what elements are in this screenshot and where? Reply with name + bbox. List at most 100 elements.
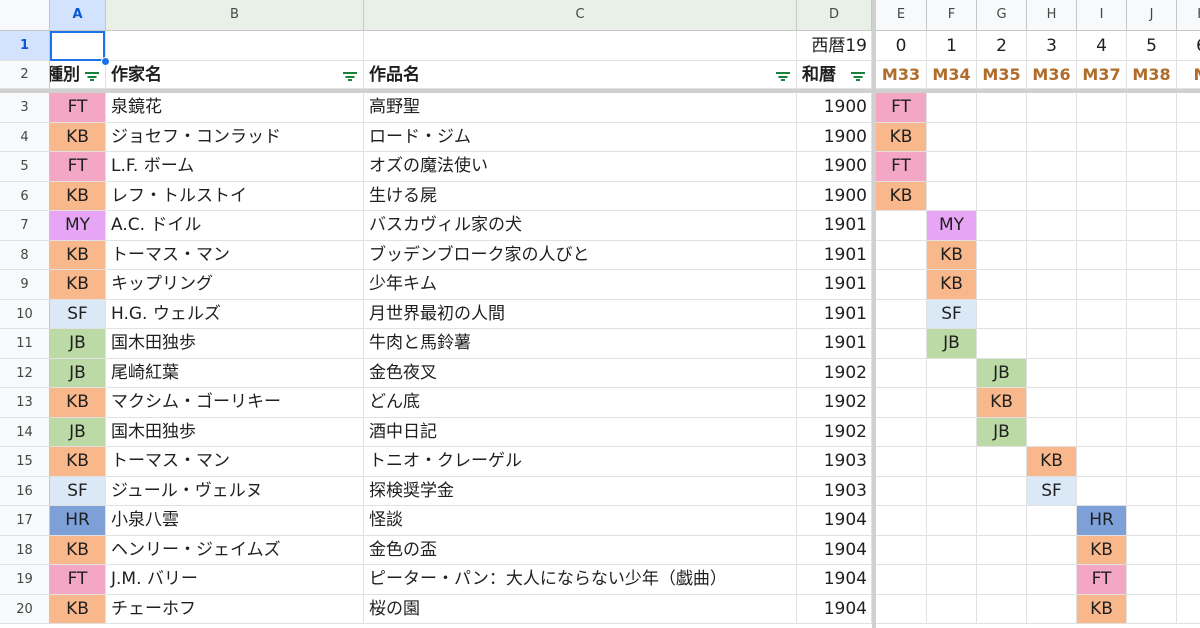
row-header-6[interactable]: 6 [0, 181, 50, 211]
timeline-empty-cell[interactable] [1027, 535, 1077, 565]
timeline-empty-cell[interactable] [1177, 182, 1200, 211]
cell-r1-D[interactable]: 西暦19 [797, 31, 872, 61]
row-header-16[interactable]: 16 [0, 476, 50, 506]
era-header-cell[interactable]: M34 [927, 61, 977, 89]
timeline-empty-cell[interactable] [1177, 447, 1200, 477]
type-cell[interactable]: JB [50, 417, 106, 447]
row-header-2[interactable]: 2 [0, 61, 50, 89]
year-cell[interactable]: 1904 [797, 594, 872, 624]
author-cell[interactable]: 国木田独歩 [106, 417, 364, 447]
column-header-K[interactable]: K [1177, 0, 1200, 31]
work-cell[interactable]: 金色の盃 [364, 535, 797, 565]
year-cell[interactable]: 1903 [797, 447, 872, 477]
timeline-empty-cell[interactable] [927, 152, 977, 182]
row-header-15[interactable]: 15 [0, 447, 50, 477]
year-cell[interactable]: 1901 [797, 329, 872, 359]
timeline-empty-cell[interactable] [927, 506, 977, 536]
timeline-empty-cell[interactable] [977, 93, 1027, 123]
type-cell[interactable]: HR [50, 506, 106, 536]
year-digit-cell[interactable]: 1 [927, 31, 977, 61]
year-digit-cell[interactable]: 2 [977, 31, 1027, 61]
header-type-cell[interactable]: 種別 [50, 61, 106, 89]
timeline-empty-cell[interactable] [1127, 240, 1177, 270]
type-cell[interactable]: KB [50, 181, 106, 211]
timeline-empty-cell[interactable] [1127, 181, 1177, 211]
timeline-empty-cell[interactable] [1077, 417, 1127, 447]
row-header-13[interactable]: 13 [0, 388, 50, 418]
timeline-empty-cell[interactable] [977, 447, 1027, 477]
era-header-cell[interactable]: M35 [977, 61, 1027, 89]
column-header-D[interactable]: D [797, 0, 872, 31]
timeline-empty-cell[interactable] [1077, 447, 1127, 477]
timeline-empty-cell[interactable] [927, 93, 977, 123]
timeline-empty-cell[interactable] [1077, 329, 1127, 359]
row-header-12[interactable]: 12 [0, 358, 50, 388]
timeline-empty-cell[interactable] [977, 152, 1027, 182]
timeline-empty-cell[interactable] [1177, 329, 1200, 359]
timeline-empty-cell[interactable] [876, 447, 927, 477]
year-digit-cell[interactable]: 4 [1077, 31, 1127, 61]
timeline-empty-cell[interactable] [1127, 152, 1177, 182]
timeline-mark-cell[interactable]: JB [977, 417, 1027, 447]
timeline-empty-cell[interactable] [876, 565, 927, 595]
timeline-empty-cell[interactable] [876, 240, 927, 270]
year-cell[interactable]: 1901 [797, 211, 872, 241]
timeline-empty-cell[interactable] [1077, 181, 1127, 211]
timeline-empty-cell[interactable] [977, 240, 1027, 270]
timeline-empty-cell[interactable] [1027, 152, 1077, 182]
type-cell[interactable]: KB [50, 122, 106, 152]
timeline-empty-cell[interactable] [1027, 299, 1077, 329]
timeline-empty-cell[interactable] [1177, 359, 1200, 388]
timeline-empty-cell[interactable] [876, 506, 927, 536]
author-cell[interactable]: L.F. ボーム [106, 152, 364, 182]
year-cell[interactable]: 1902 [797, 417, 872, 447]
row-header-19[interactable]: 19 [0, 565, 50, 595]
select-all-corner[interactable] [0, 0, 50, 31]
author-cell[interactable]: チェーホフ [106, 594, 364, 624]
timeline-empty-cell[interactable] [1027, 211, 1077, 241]
type-cell[interactable]: KB [50, 270, 106, 300]
type-cell[interactable]: FT [50, 565, 106, 595]
column-header-A[interactable]: A [50, 0, 106, 31]
timeline-empty-cell[interactable] [1077, 299, 1127, 329]
author-cell[interactable]: ジョセフ・コンラッド [106, 122, 364, 152]
timeline-empty-cell[interactable] [1127, 535, 1177, 565]
timeline-mark-cell[interactable]: HR [1077, 506, 1127, 536]
timeline-empty-cell[interactable] [977, 565, 1027, 595]
timeline-mark-cell[interactable]: KB [876, 181, 927, 211]
cell-r1-B[interactable] [106, 31, 364, 61]
header-era-cell[interactable]: 和暦 [797, 61, 872, 89]
year-cell[interactable]: 1901 [797, 270, 872, 300]
year-cell[interactable]: 1900 [797, 93, 872, 123]
timeline-empty-cell[interactable] [1177, 93, 1200, 123]
timeline-empty-cell[interactable] [1127, 270, 1177, 300]
timeline-empty-cell[interactable] [1127, 93, 1177, 123]
row-header-20[interactable]: 20 [0, 594, 50, 624]
author-cell[interactable]: トーマス・マン [106, 240, 364, 270]
year-cell[interactable]: 1902 [797, 358, 872, 388]
work-cell[interactable]: 酒中日記 [364, 417, 797, 447]
timeline-mark-cell[interactable]: JB [927, 329, 977, 359]
work-cell[interactable]: 高野聖 [364, 93, 797, 123]
row-header-3[interactable]: 3 [0, 93, 50, 123]
timeline-mark-cell[interactable]: KB [927, 240, 977, 270]
author-cell[interactable]: ジュール・ヴェルヌ [106, 476, 364, 506]
type-cell[interactable]: FT [50, 93, 106, 123]
era-header-cell[interactable]: M [1177, 61, 1200, 89]
type-cell[interactable]: SF [50, 476, 106, 506]
row-header-1[interactable]: 1 [0, 31, 50, 61]
timeline-empty-cell[interactable] [1177, 300, 1200, 329]
timeline-empty-cell[interactable] [876, 388, 927, 418]
year-cell[interactable]: 1901 [797, 299, 872, 329]
author-cell[interactable]: 泉鏡花 [106, 93, 364, 123]
timeline-empty-cell[interactable] [1127, 211, 1177, 241]
timeline-empty-cell[interactable] [1077, 152, 1127, 182]
author-cell[interactable]: 尾崎紅葉 [106, 358, 364, 388]
row-header-14[interactable]: 14 [0, 417, 50, 447]
year-cell[interactable]: 1900 [797, 152, 872, 182]
type-cell[interactable]: JB [50, 329, 106, 359]
row-header-17[interactable]: 17 [0, 506, 50, 536]
work-cell[interactable]: ブッデンブローク家の人びと [364, 240, 797, 270]
work-cell[interactable]: オズの魔法使い [364, 152, 797, 182]
type-cell[interactable]: KB [50, 535, 106, 565]
